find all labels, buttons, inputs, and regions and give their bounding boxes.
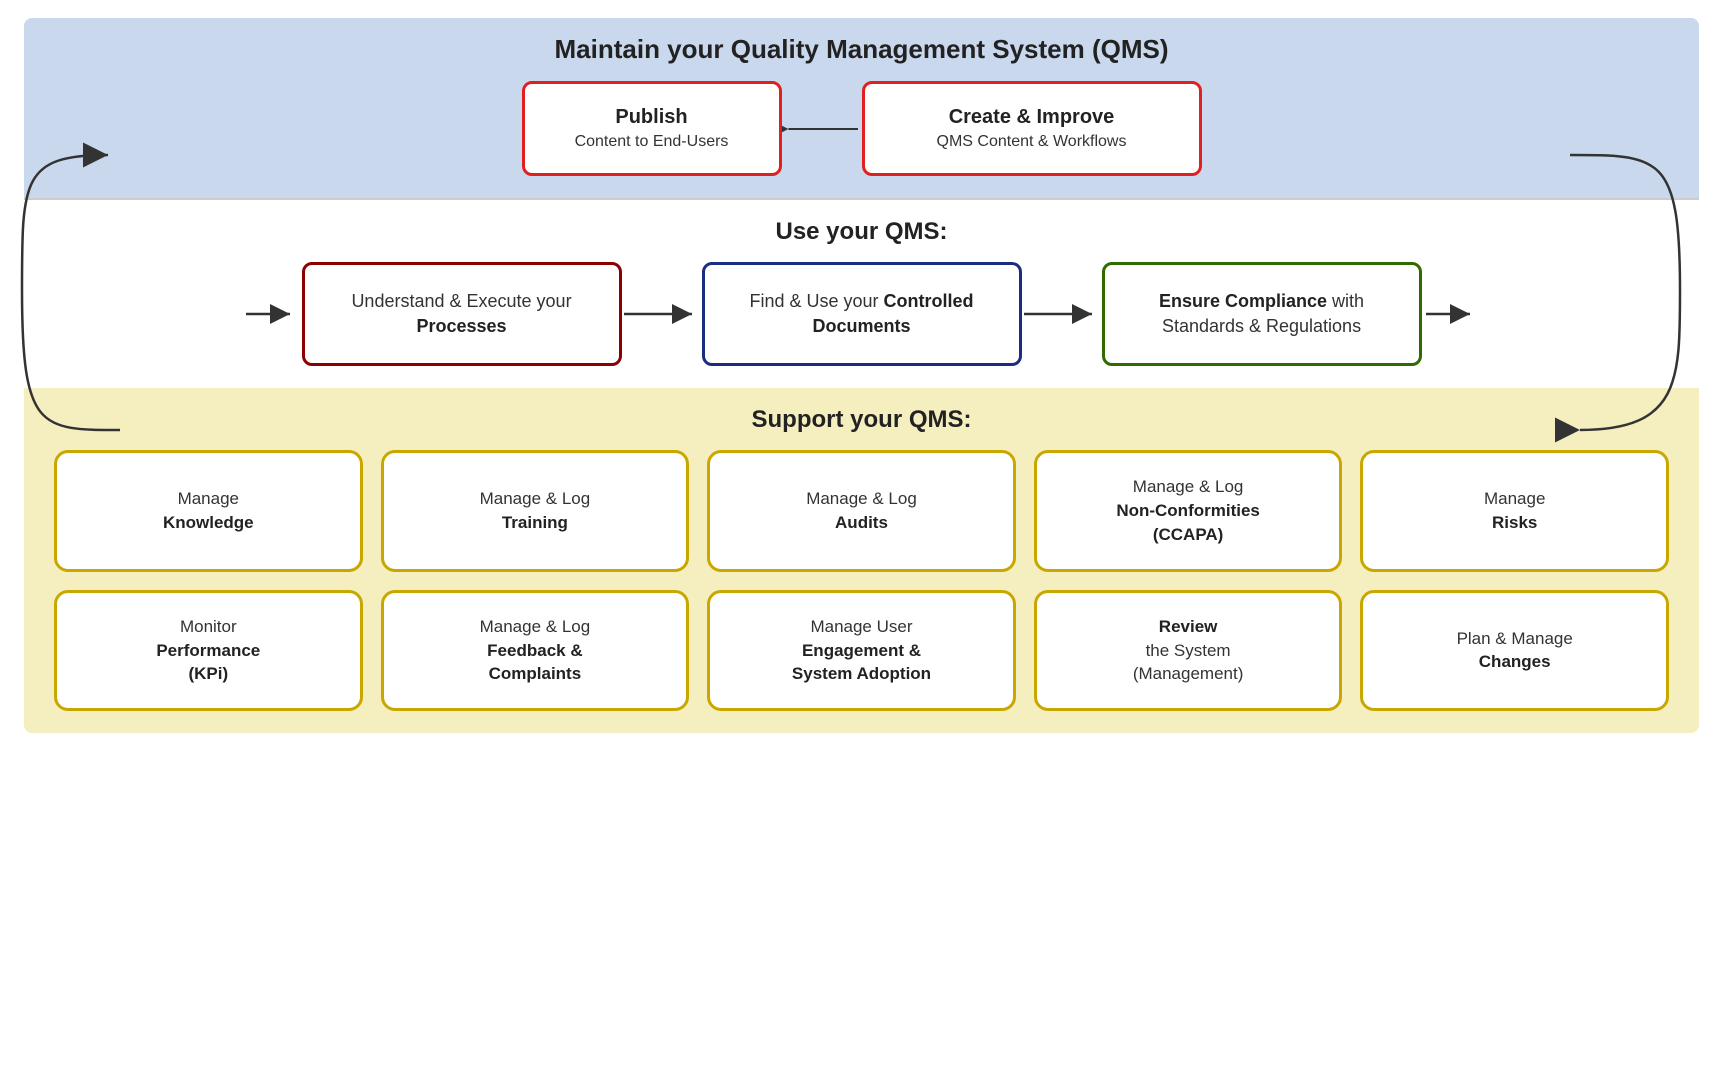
bottom-title: Support your QMS:: [752, 406, 972, 434]
knowledge-bold: Knowledge: [163, 513, 254, 532]
engagement-bold: Engagement &System Adoption: [792, 641, 931, 684]
middle-section: Use your QMS: U: [24, 198, 1699, 388]
engagement-text: Manage UserEngagement &System Adoption: [792, 615, 931, 686]
create-improve-title: Create & Improve: [893, 106, 1171, 129]
training-box: Manage & LogTraining: [381, 450, 690, 571]
create-improve-subtitle: QMS Content & Workflows: [893, 133, 1171, 151]
performance-text: MonitorPerformance(KPi): [156, 615, 260, 686]
ensure-compliance-text: Ensure Compliance with Standards & Regul…: [1125, 289, 1399, 339]
nonconformities-bold: Non-Conformities(CCAPA): [1116, 501, 1260, 544]
right-exit-svg: [1424, 299, 1479, 329]
top-boxes-row: Publish Content to End-Users: [54, 81, 1669, 176]
publish-box: Publish Content to End-Users: [522, 81, 782, 176]
knowledge-box: ManageKnowledge: [54, 450, 363, 571]
arrow-top-svg: [782, 111, 862, 147]
changes-text: Plan & ManageChanges: [1457, 627, 1573, 675]
review-bold: Review: [1159, 617, 1218, 636]
create-improve-box: Create & Improve QMS Content & Workflows: [862, 81, 1202, 176]
feedback-bold: Feedback &Complaints: [487, 641, 582, 684]
changes-bold: Changes: [1479, 652, 1551, 671]
publish-subtitle: Content to End-Users: [553, 133, 751, 151]
knowledge-text: ManageKnowledge: [163, 487, 254, 535]
top-title: Maintain your Quality Management System …: [555, 34, 1169, 65]
performance-box: MonitorPerformance(KPi): [54, 590, 363, 711]
engagement-box: Manage UserEngagement &System Adoption: [707, 590, 1016, 711]
processes-text: Understand & Execute your Processes: [325, 289, 599, 339]
review-text: Reviewthe System(Management): [1133, 615, 1244, 686]
main-container: Maintain your Quality Management System …: [0, 0, 1723, 1084]
risks-box: ManageRisks: [1360, 450, 1669, 571]
arrow-mid-2-svg: [1022, 299, 1102, 329]
middle-title: Use your QMS:: [775, 218, 947, 246]
bottom-grid: ManageKnowledge Manage & LogTraining Man…: [54, 450, 1669, 711]
bottom-section: Support your QMS: ManageKnowledge Manage…: [24, 388, 1699, 733]
changes-box: Plan & ManageChanges: [1360, 590, 1669, 711]
review-box: Reviewthe System(Management): [1034, 590, 1343, 711]
ensure-compliance-box: Ensure Compliance with Standards & Regul…: [1102, 262, 1422, 366]
nonconformities-box: Manage & LogNon-Conformities(CCAPA): [1034, 450, 1343, 571]
controlled-docs-text: Find & Use your Controlled Documents: [725, 289, 999, 339]
controlled-docs-box: Find & Use your Controlled Documents: [702, 262, 1022, 366]
controlled-docs-bold: Controlled Documents: [812, 291, 973, 336]
top-section: Maintain your Quality Management System …: [24, 18, 1699, 198]
training-bold: Training: [502, 513, 568, 532]
feedback-text: Manage & LogFeedback &Complaints: [480, 615, 591, 686]
audits-text: Manage & LogAudits: [806, 487, 917, 535]
middle-boxes-row: Understand & Execute your Processes: [54, 262, 1669, 366]
training-text: Manage & LogTraining: [480, 487, 591, 535]
arrow-mid-2: [1022, 299, 1102, 329]
risks-text: ManageRisks: [1484, 487, 1545, 535]
arrow-top-center: [782, 111, 862, 147]
ensure-bold: Ensure Compliance: [1159, 291, 1327, 311]
processes-box: Understand & Execute your Processes: [302, 262, 622, 366]
performance-bold: Performance(KPi): [156, 641, 260, 684]
right-exit-arrow: [1422, 299, 1482, 329]
audits-bold: Audits: [835, 513, 888, 532]
feedback-box: Manage & LogFeedback &Complaints: [381, 590, 690, 711]
left-entry-arrow: [242, 299, 302, 329]
nonconformities-text: Manage & LogNon-Conformities(CCAPA): [1116, 475, 1260, 546]
diagram-wrapper: Maintain your Quality Management System …: [24, 18, 1699, 733]
arrow-mid-1: [622, 299, 702, 329]
arrow-mid-1-svg: [622, 299, 702, 329]
left-arrow-svg: [244, 299, 299, 329]
audits-box: Manage & LogAudits: [707, 450, 1016, 571]
processes-bold: Processes: [416, 316, 506, 336]
publish-title: Publish: [553, 106, 751, 129]
risks-bold: Risks: [1492, 513, 1537, 532]
